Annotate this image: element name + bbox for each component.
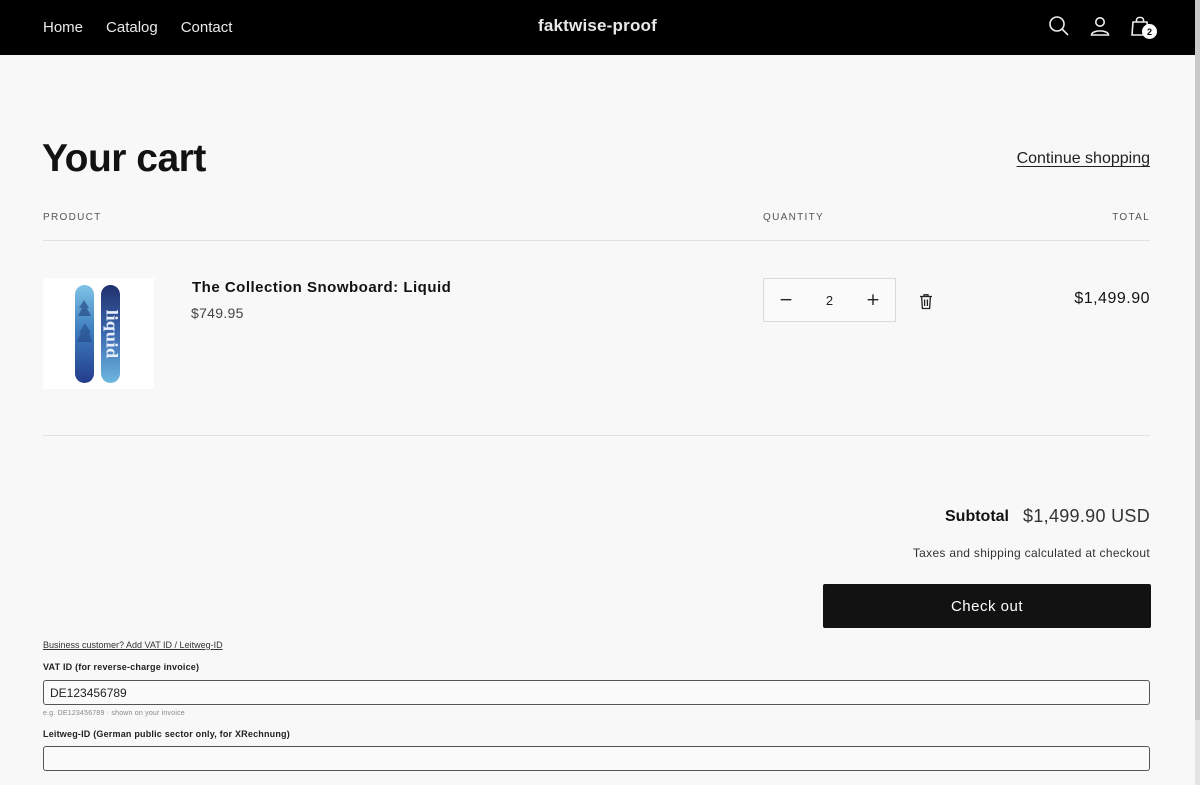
column-header-product: PRODUCT	[43, 212, 102, 223]
leitweg-id-field[interactable]	[43, 746, 1150, 771]
snowboard-image[interactable]: liquid	[43, 278, 154, 389]
decrease-quantity-button[interactable]: −	[764, 279, 808, 321]
divider	[43, 435, 1150, 436]
product-name[interactable]: The Collection Snowboard: Liquid	[192, 279, 451, 296]
account-icon[interactable]	[1088, 14, 1112, 38]
product-unit-price: $749.95	[191, 305, 244, 321]
tax-shipping-note: Taxes and shipping calculated at checkou…	[912, 546, 1150, 560]
divider	[43, 240, 1150, 241]
vat-id-label: VAT ID (for reverse-charge invoice)	[43, 662, 200, 672]
page-scrollbar[interactable]	[1195, 0, 1200, 785]
cart-count-badge: 2	[1142, 24, 1157, 39]
vat-id-field[interactable]	[43, 680, 1150, 705]
increase-quantity-button[interactable]: +	[851, 279, 895, 321]
store-logo[interactable]: faktwise-proof	[0, 0, 1195, 52]
line-item-total: $1,499.90	[1074, 290, 1150, 307]
quantity-input[interactable]	[808, 279, 851, 321]
subtotal-label: Subtotal	[945, 508, 1009, 525]
leitweg-id-label: Leitweg-ID (German public sector only, f…	[43, 729, 290, 739]
site-header: Home Catalog Contact faktwise-proof 2	[0, 0, 1200, 55]
svg-text:liquid: liquid	[103, 310, 121, 359]
continue-shopping-link[interactable]: Continue shopping	[1017, 150, 1150, 168]
checkout-button[interactable]: Check out	[823, 584, 1151, 628]
column-header-total: TOTAL	[1112, 212, 1150, 223]
trash-icon[interactable]	[918, 293, 934, 310]
subtotal-value: $1,499.90 USD	[1023, 506, 1150, 526]
page-title: Your cart	[42, 137, 206, 180]
business-customer-toggle-link[interactable]: Business customer? Add VAT ID / Leitweg-…	[43, 640, 223, 650]
scrollbar-thumb[interactable]	[1195, 0, 1200, 720]
search-icon[interactable]	[1047, 14, 1071, 38]
vat-id-hint: e.g. DE123456789 · shown on your invoice	[43, 710, 185, 717]
quantity-stepper: − +	[763, 278, 896, 322]
column-header-quantity: QUANTITY	[763, 212, 824, 223]
